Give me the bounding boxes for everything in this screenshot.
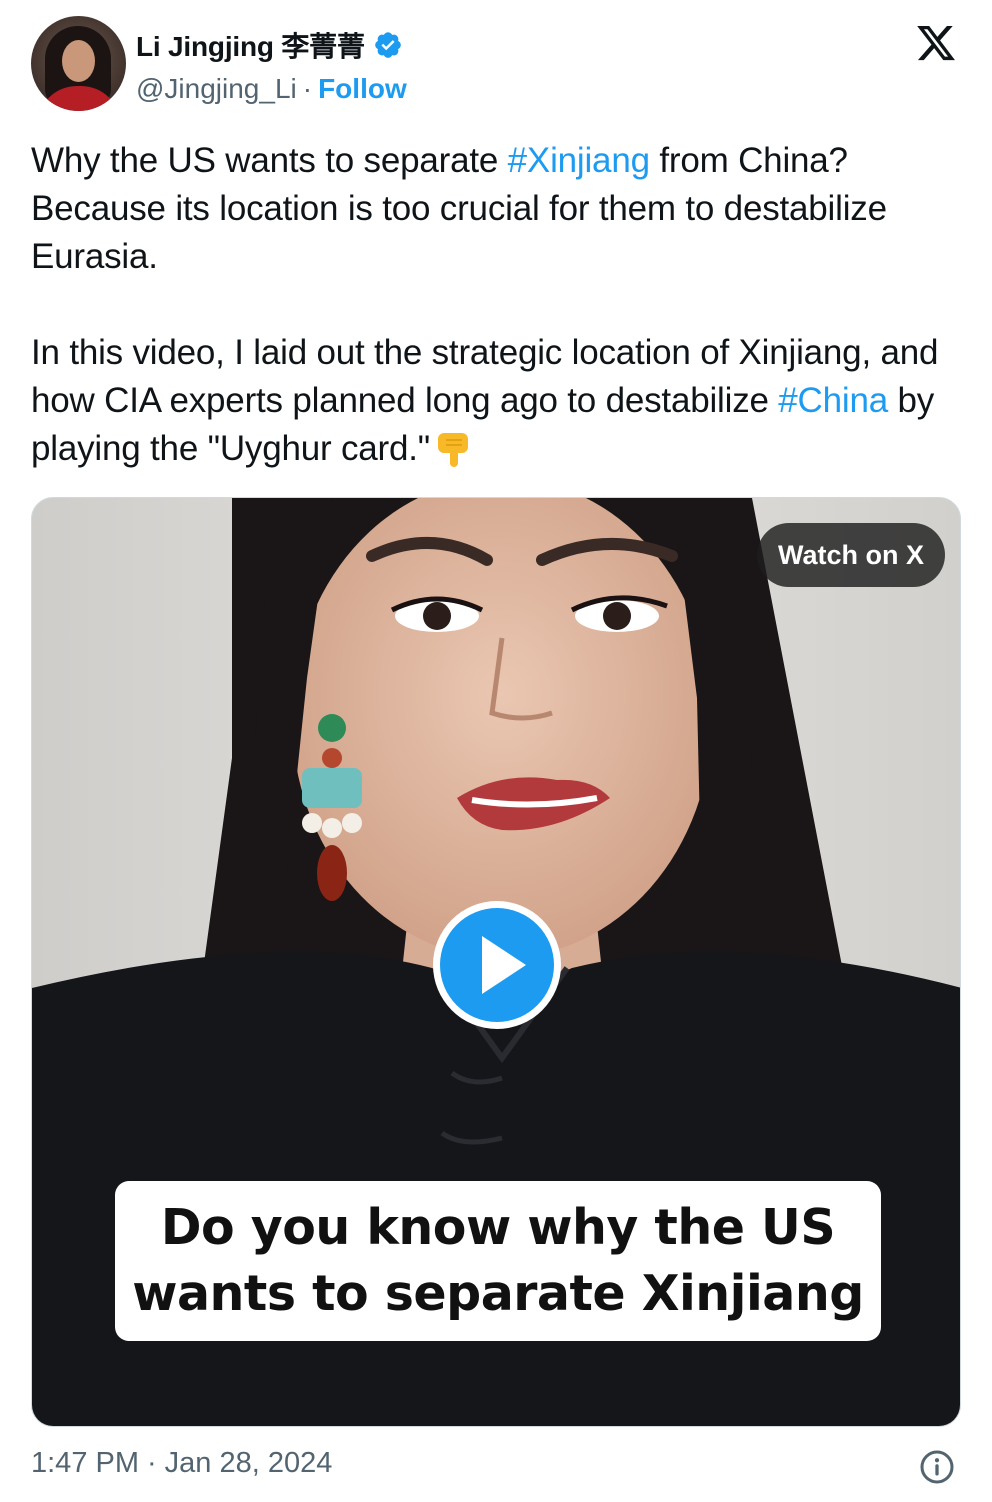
- author-display-name[interactable]: Li Jingjing 李菁菁: [136, 25, 365, 65]
- author-handle[interactable]: @Jingjing_Li: [136, 73, 297, 105]
- tweet-body: Why the US wants to separate #Xinjiang f…: [31, 137, 961, 473]
- caption-line-2: wants to separate Xinjiang: [132, 1265, 864, 1322]
- video-media[interactable]: Watch on X Do you know why the US wants …: [31, 497, 961, 1427]
- info-icon[interactable]: [919, 1449, 955, 1485]
- author-name-row: Li Jingjing 李菁菁: [136, 24, 403, 66]
- tweet-embed-card: Li Jingjing 李菁菁 @Jingjing_Li · Follow Wh…: [0, 0, 992, 1502]
- video-caption: Do you know why the US wants to separate…: [115, 1181, 881, 1341]
- tweet-text-segment: Why the US wants to separate: [31, 141, 508, 180]
- follow-button[interactable]: Follow: [318, 73, 407, 105]
- author-handle-row: @Jingjing_Li · Follow: [136, 70, 407, 108]
- hashtag-link-xinjiang[interactable]: #Xinjiang: [508, 141, 650, 180]
- avatar-face: [62, 40, 95, 82]
- separator-dot: ·: [302, 73, 313, 104]
- caption-line-1: Do you know why the US: [160, 1199, 836, 1256]
- pointing-down-emoji-icon: [438, 433, 469, 467]
- hashtag-link-china[interactable]: #China: [778, 381, 888, 420]
- tweet-date: Jan 28, 2024: [164, 1447, 333, 1479]
- tweet-paragraph-1: Why the US wants to separate #Xinjiang f…: [31, 137, 961, 281]
- verified-badge-icon: [374, 32, 401, 58]
- tweet-paragraph-2: In this video, I laid out the strategic …: [31, 329, 961, 473]
- avatar[interactable]: [31, 16, 126, 111]
- x-logo-icon[interactable]: [913, 22, 959, 64]
- watch-on-x-button[interactable]: Watch on X: [757, 523, 945, 587]
- tweet-timestamp[interactable]: 1:47 PM · Jan 28, 2024: [31, 1447, 332, 1480]
- separator-dot: ·: [147, 1447, 157, 1479]
- play-icon[interactable]: [430, 898, 564, 1032]
- tweet-time: 1:47 PM: [31, 1447, 139, 1479]
